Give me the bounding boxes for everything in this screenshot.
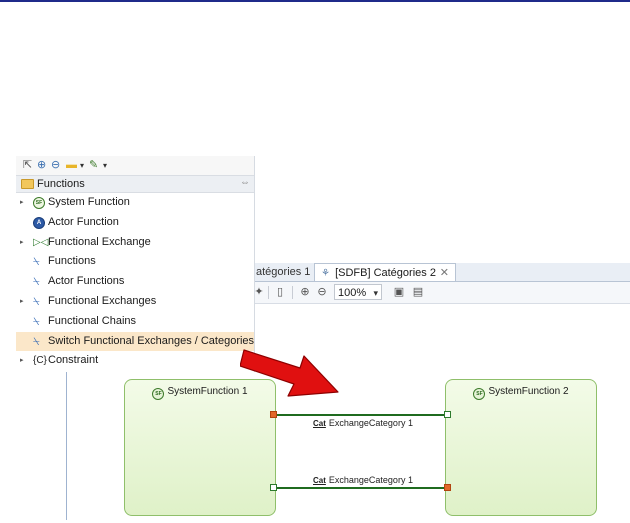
diagram-icon: ⚘ — [321, 268, 330, 279]
exchange-label[interactable]: Cat ExchangeCategory 1 — [313, 475, 413, 485]
exchange-category-name: ExchangeCategory 1 — [328, 418, 413, 428]
drawer-label: Functions — [37, 178, 85, 190]
item-label: Functional Exchange — [48, 236, 151, 248]
red-arrow-icon — [240, 349, 339, 397]
chevron-down-icon: ▾ — [373, 288, 378, 298]
palette-toolbar: ⇱ ⊕ ⊖ ▬ ▾ ✎ ▾ — [16, 156, 254, 175]
palette-item-constraint[interactable]: ▸ {C} Constraint — [16, 351, 254, 370]
palette-drawer-functions[interactable]: Functions ⇔ — [16, 175, 254, 193]
item-label: Functional Chains — [48, 315, 137, 327]
input-port[interactable] — [444, 411, 451, 418]
filter-icon: ⍀ — [33, 276, 40, 288]
filter-icon: ⍀ — [33, 256, 40, 268]
input-port[interactable] — [270, 484, 277, 491]
constraint-icon: {C} — [33, 355, 47, 366]
close-icon[interactable]: ✕ — [440, 264, 449, 282]
canvas-border — [66, 365, 67, 520]
palette-item-switch-exchanges-categories[interactable]: ⍀ Switch Functional Exchanges / Categori… — [16, 332, 254, 351]
toolbar-separator — [268, 286, 269, 299]
filter-icon: ⍀ — [33, 316, 40, 328]
palette-item-functional-exchange[interactable]: ▸ ▷◁ Functional Exchange — [16, 233, 254, 252]
zoom-in-icon[interactable]: ⊕ — [37, 159, 46, 172]
folder-icon — [21, 179, 34, 189]
palette-item-functional-chains-filter[interactable]: ⍀ Functional Chains — [16, 312, 254, 331]
toolbar-separator — [292, 286, 293, 299]
system-function-node[interactable]: SF SystemFunction 2 — [445, 379, 597, 516]
zoom-select[interactable]: 100% ▾ — [334, 284, 382, 300]
exchange-connector[interactable] — [276, 414, 445, 416]
pin-icon[interactable]: ✎ — [89, 159, 98, 172]
filter-icon: ⍀ — [33, 296, 40, 308]
palette-item-actor-function[interactable]: A Actor Function — [16, 213, 254, 232]
tab-sdfb-categories-2[interactable]: ⚘ [SDFB] Catégories 2 ✕ — [314, 263, 456, 281]
top-border — [0, 0, 630, 2]
camera-icon[interactable]: ▣ — [392, 285, 406, 300]
expand-icon[interactable]: ▸ — [20, 233, 24, 252]
chevron-down-icon[interactable]: ▾ — [80, 159, 84, 172]
exchange-label[interactable]: Cat ExchangeCategory 1 — [313, 418, 413, 428]
item-label: Actor Function — [48, 216, 119, 228]
exchange-connector[interactable] — [276, 487, 445, 489]
expand-icon[interactable]: ▸ — [20, 351, 24, 370]
output-port[interactable] — [270, 411, 277, 418]
editor-tab-bar: atégories 1 ⚘ [SDFB] Catégories 2 ✕ — [248, 263, 630, 282]
item-label: Constraint — [48, 354, 99, 366]
collapse-icon[interactable]: ⇔ — [240, 177, 250, 188]
select-icon[interactable]: ⇱ — [23, 159, 32, 172]
zoom-out-icon[interactable]: ⊖ — [51, 159, 60, 172]
tab-label: [SDFB] Catégories 2 — [335, 267, 436, 279]
palette-panel: ⇱ ⊕ ⊖ ▬ ▾ ✎ ▾ Functions ⇔ ▸ SF System Fu… — [16, 156, 255, 372]
palette-item-functions-filter[interactable]: ⍀ Functions — [16, 252, 254, 271]
page-icon[interactable]: ▯ — [274, 285, 286, 300]
zoom-out-icon[interactable]: ⊖ — [315, 285, 329, 300]
expand-icon[interactable]: ▸ — [20, 292, 24, 311]
tab-categories-1[interactable]: atégories 1 — [256, 263, 310, 281]
pin-icon[interactable]: ✦ — [254, 285, 264, 300]
palette-item-functional-exchanges-filter[interactable]: ▸ ⍀ Functional Exchanges — [16, 292, 254, 311]
expand-icon[interactable]: ▸ — [20, 193, 24, 212]
output-port[interactable] — [444, 484, 451, 491]
functional-exchange-icon: ▷◁ — [33, 237, 49, 248]
palette-item-system-function[interactable]: ▸ SF System Function — [16, 193, 254, 212]
function-name: SystemFunction 1 — [167, 386, 248, 397]
exchange-category-name: ExchangeCategory 1 — [328, 475, 413, 485]
item-label: Switch Functional Exchanges / Categories — [48, 335, 255, 347]
chevron-down-icon[interactable]: ▾ — [103, 159, 107, 172]
actor-function-icon: A — [33, 217, 45, 229]
item-label: Functions — [48, 255, 96, 267]
system-function-icon: SF — [473, 388, 486, 400]
item-label: Functional Exchanges — [48, 295, 157, 307]
function-name: SystemFunction 2 — [488, 386, 569, 397]
item-label: System Function — [48, 196, 130, 208]
system-function-icon: SF — [152, 388, 165, 400]
zoom-in-icon[interactable]: ⊕ — [298, 285, 312, 300]
category-icon: Cat — [313, 419, 326, 428]
tab-label: atégories 1 — [256, 266, 311, 278]
layout-icon[interactable]: ▤ — [411, 285, 425, 300]
note-icon[interactable]: ▬ — [66, 159, 77, 172]
palette-item-actor-functions-filter[interactable]: ⍀ Actor Functions — [16, 272, 254, 291]
zoom-value: 100% — [338, 287, 367, 299]
system-function-icon: SF — [33, 197, 45, 209]
editor-toolbar: ✦ ▯ ⊕ ⊖ 100% ▾ ▣ ▤ — [248, 282, 630, 304]
item-label: Actor Functions — [48, 275, 125, 287]
category-icon: Cat — [313, 476, 326, 485]
filter-icon: ⍀ — [33, 336, 40, 348]
